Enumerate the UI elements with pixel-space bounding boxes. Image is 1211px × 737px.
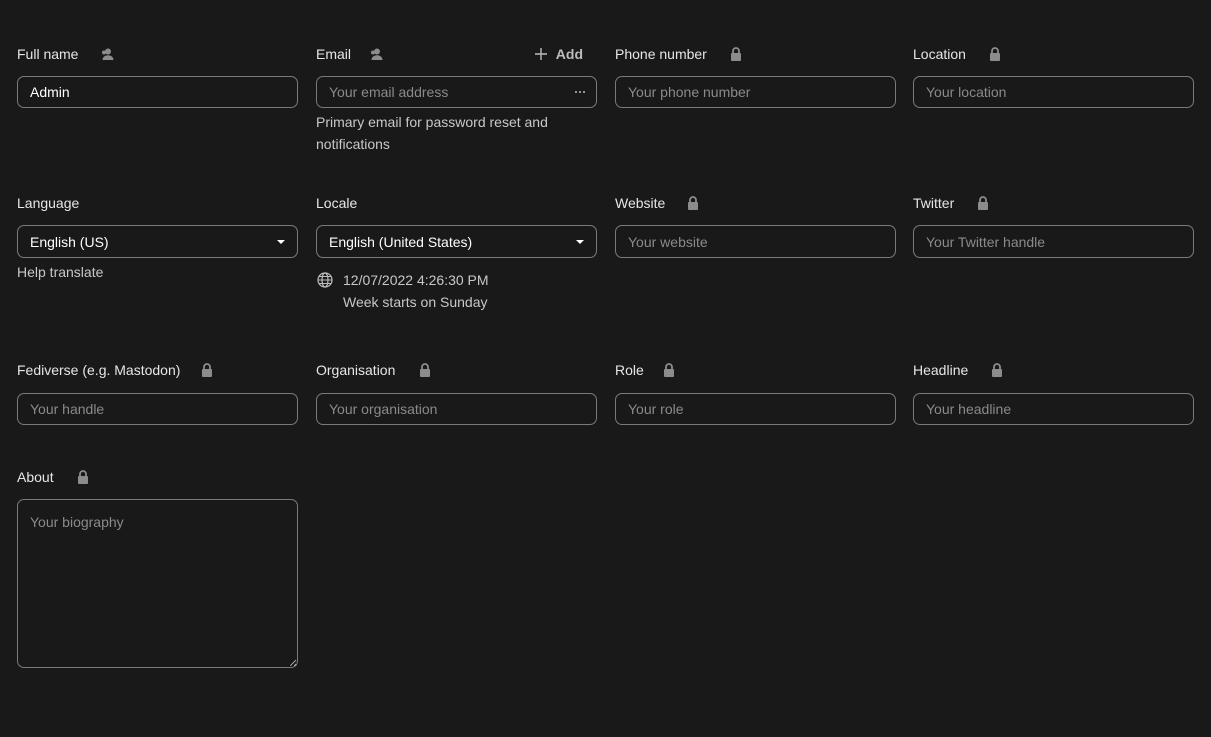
- locale-label: Locale: [316, 195, 358, 211]
- organisation-input[interactable]: [316, 393, 597, 425]
- add-email-label: Add: [555, 46, 583, 62]
- headline-label: Headline: [913, 362, 969, 378]
- lock-icon[interactable]: [418, 363, 432, 377]
- full-name-field: Full name: [17, 44, 298, 108]
- phone-label-row: Phone number: [615, 44, 896, 64]
- locale-label-row: Locale: [316, 193, 597, 213]
- lock-icon[interactable]: [988, 47, 1002, 61]
- lock-icon[interactable]: [662, 363, 676, 377]
- locale-datetime: 12/07/2022 4:26:30 PM: [343, 272, 489, 288]
- location-label-row: Location: [913, 44, 1194, 64]
- full-name-label-row: Full name: [17, 44, 298, 64]
- email-label-row: Email Add: [316, 44, 597, 64]
- about-field: About: [17, 467, 298, 668]
- lock-icon[interactable]: [200, 363, 214, 377]
- globe-icon: [317, 272, 333, 293]
- language-label-row: Language: [17, 193, 298, 213]
- organisation-field: Organisation: [316, 360, 597, 425]
- language-selected-value: English (US): [30, 233, 109, 250]
- language-select[interactable]: English (US): [17, 225, 298, 258]
- week-start-text: Week starts on Sunday: [343, 294, 488, 310]
- help-translate-link[interactable]: Help translate: [17, 261, 103, 283]
- full-name-input[interactable]: [17, 76, 298, 108]
- email-label: Email: [316, 46, 352, 62]
- twitter-input[interactable]: [913, 225, 1194, 258]
- account-group-icon[interactable]: [100, 47, 114, 61]
- lock-icon[interactable]: [976, 196, 990, 210]
- lock-icon[interactable]: [990, 363, 1004, 377]
- locale-field: Locale English (United States) 12/07/202…: [316, 193, 597, 310]
- caret-down-icon: [277, 240, 285, 244]
- location-input[interactable]: [913, 76, 1194, 108]
- fediverse-field: Fediverse (e.g. Mastodon): [17, 360, 298, 425]
- locale-selected-value: English (United States): [329, 233, 473, 250]
- email-input[interactable]: [316, 76, 597, 108]
- role-field: Role: [615, 360, 896, 425]
- plus-icon: [534, 48, 547, 60]
- organisation-label-row: Organisation: [316, 360, 597, 380]
- email-field: Email Add Primary email for password res…: [316, 44, 597, 152]
- twitter-label-row: Twitter: [913, 193, 1194, 213]
- phone-input[interactable]: [615, 76, 896, 108]
- headline-field: Headline: [913, 360, 1194, 425]
- fediverse-label: Fediverse (e.g. Mastodon): [17, 362, 181, 378]
- language-field: Language English (US) Help translate: [17, 193, 298, 280]
- website-field: Website: [615, 193, 896, 258]
- headline-label-row: Headline: [913, 360, 1194, 380]
- phone-label: Phone number: [615, 46, 707, 62]
- lock-icon[interactable]: [686, 196, 700, 210]
- website-label: Website: [615, 195, 666, 211]
- location-label: Location: [913, 46, 966, 62]
- locale-select[interactable]: English (United States): [316, 225, 597, 258]
- account-group-icon[interactable]: [369, 47, 383, 61]
- fediverse-input[interactable]: [17, 393, 298, 425]
- full-name-label: Full name: [17, 46, 79, 62]
- website-label-row: Website: [615, 193, 896, 213]
- website-input[interactable]: [615, 225, 896, 258]
- location-field: Location: [913, 44, 1194, 108]
- role-label: Role: [615, 362, 644, 378]
- role-label-row: Role: [615, 360, 896, 380]
- organisation-label: Organisation: [316, 362, 396, 378]
- more-options-icon[interactable]: [575, 91, 585, 93]
- fediverse-label-row: Fediverse (e.g. Mastodon): [17, 360, 298, 380]
- language-label: Language: [17, 195, 80, 211]
- headline-input[interactable]: [913, 393, 1194, 425]
- role-input[interactable]: [615, 393, 896, 425]
- about-label: About: [17, 469, 54, 485]
- about-label-row: About: [17, 467, 298, 487]
- email-hint: Primary email for password reset and not…: [316, 114, 548, 152]
- about-textarea[interactable]: [17, 499, 298, 668]
- add-email-button[interactable]: Add: [534, 44, 583, 64]
- twitter-label: Twitter: [913, 195, 955, 211]
- lock-icon[interactable]: [729, 47, 743, 61]
- lock-icon[interactable]: [76, 470, 90, 484]
- phone-field: Phone number: [615, 44, 896, 108]
- caret-down-icon: [576, 240, 584, 244]
- twitter-field: Twitter: [913, 193, 1194, 258]
